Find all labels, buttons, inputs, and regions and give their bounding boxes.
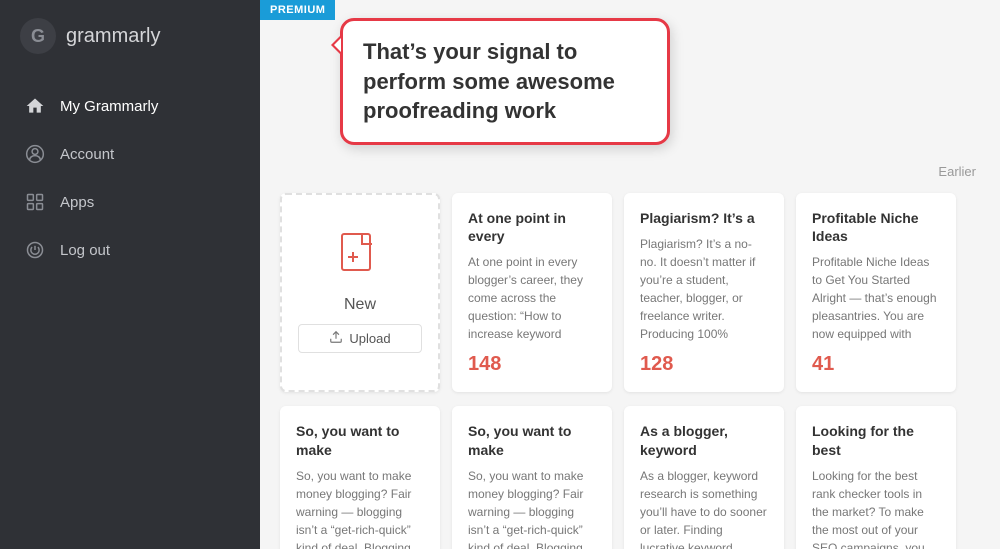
sidebar-item-account[interactable]: Account [0, 130, 260, 178]
sidebar-item-label-my-grammarly: My Grammarly [60, 98, 158, 115]
upload-button[interactable]: Upload [298, 324, 422, 353]
card-title: So, you want to make [468, 422, 596, 458]
sidebar-item-logout[interactable]: Log out [0, 226, 260, 274]
sidebar-item-label-account: Account [60, 146, 114, 163]
premium-bar: PREMIUM That’s your signal to perform so… [260, 0, 1000, 34]
content-area: Earlier New [260, 154, 1000, 549]
card-excerpt: So, you want to make money blogging? Fai… [296, 467, 424, 549]
sidebar: G grammarly My Grammarly Account [0, 0, 260, 549]
sidebar-item-label-apps: Apps [60, 194, 94, 211]
apps-icon [24, 191, 46, 213]
card-want-make-2[interactable]: So, you want to make So, you want to mak… [452, 406, 612, 549]
main-content: PREMIUM That’s your signal to perform so… [260, 0, 1000, 549]
card-excerpt: Looking for the best rank checker tools … [812, 467, 940, 549]
tooltip-text: That’s your signal to perform some aweso… [363, 37, 647, 126]
new-file-icon [340, 232, 380, 286]
upload-label: Upload [349, 331, 390, 346]
account-icon [24, 143, 46, 165]
card-excerpt: So, you want to make money blogging? Fai… [468, 467, 596, 549]
new-label: New [344, 296, 376, 314]
card-at-one-point[interactable]: At one point in every At one point in ev… [452, 193, 612, 392]
card-title: Plagiarism? It’s a [640, 209, 768, 227]
sidebar-item-my-grammarly[interactable]: My Grammarly [0, 82, 260, 130]
card-score: 128 [640, 353, 768, 376]
card-excerpt: As a blogger, keyword research is someth… [640, 467, 768, 549]
card-looking-best[interactable]: Looking for the best Looking for the bes… [796, 406, 956, 549]
card-blogger-keyword[interactable]: As a blogger, keyword As a blogger, keyw… [624, 406, 784, 549]
card-want-make-1[interactable]: So, you want to make So, you want to mak… [280, 406, 440, 549]
cards-row-1: New Upload At one point in every At one … [280, 193, 980, 392]
logo-area: G grammarly [0, 0, 260, 72]
tooltip-bubble: That’s your signal to perform some aweso… [340, 18, 670, 145]
logout-icon [24, 239, 46, 261]
sidebar-nav: My Grammarly Account [0, 72, 260, 284]
sidebar-item-apps[interactable]: Apps [0, 178, 260, 226]
card-title: As a blogger, keyword [640, 422, 768, 458]
home-icon [24, 95, 46, 117]
new-upload-card[interactable]: New Upload [280, 193, 440, 392]
card-title: At one point in every [468, 209, 596, 245]
card-score: 41 [812, 353, 940, 376]
card-title: So, you want to make [296, 422, 424, 458]
premium-badge[interactable]: PREMIUM [260, 0, 335, 20]
card-excerpt: Plagiarism? It’s a no-no. It doesn’t mat… [640, 235, 768, 343]
card-excerpt: Profitable Niche Ideas to Get You Starte… [812, 253, 940, 343]
section-label-row: Earlier [280, 164, 980, 187]
section-earlier-label: Earlier [938, 164, 980, 179]
sidebar-item-label-logout: Log out [60, 242, 110, 259]
cards-row-2: So, you want to make So, you want to mak… [280, 406, 980, 549]
card-title: Looking for the best [812, 422, 940, 458]
logo-icon: G [20, 18, 56, 54]
upload-icon [329, 330, 343, 347]
card-excerpt: At one point in every blogger’s career, … [468, 253, 596, 343]
card-score: 148 [468, 353, 596, 376]
card-title: Profitable Niche Ideas [812, 209, 940, 245]
logo-text: grammarly [66, 25, 160, 48]
card-profitable-niche[interactable]: Profitable Niche Ideas Profitable Niche … [796, 193, 956, 392]
card-plagiarism[interactable]: Plagiarism? It’s a Plagiarism? It’s a no… [624, 193, 784, 392]
